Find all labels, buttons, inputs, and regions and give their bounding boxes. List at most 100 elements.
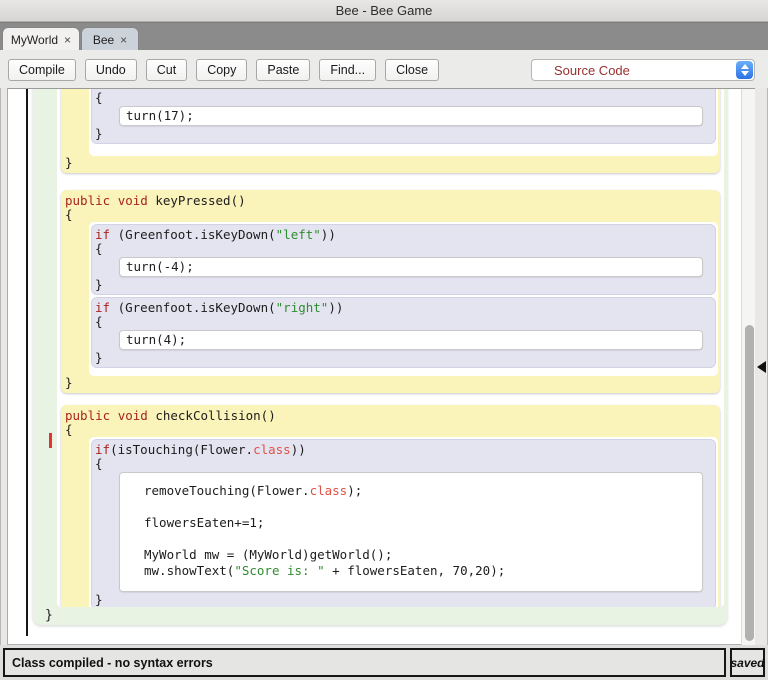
tab-bee-close-icon[interactable]: ×: [120, 33, 127, 47]
open-brace: {: [65, 208, 718, 222]
toolbar-button-cut[interactable]: Cut: [145, 59, 188, 81]
tab-myworld[interactable]: MyWorld ×: [2, 27, 80, 51]
edit-caret: [49, 433, 52, 448]
title-bar: Bee - Bee Game: [0, 0, 768, 22]
close-brace: }: [95, 278, 713, 292]
toolbar-button-close[interactable]: Close: [385, 59, 440, 81]
code-line: mw.showText("Score is: " + flowersEaten,…: [144, 563, 702, 579]
open-brace: {: [95, 315, 713, 329]
code-token: mw.showText(: [144, 563, 235, 578]
code-line: turn(4);: [126, 332, 702, 348]
close-brace: }: [95, 127, 713, 141]
code-token: if: [95, 227, 111, 242]
if-frame[interactable]: if (Greenfoot.isKeyDown("left")){turn(-4…: [91, 224, 716, 295]
if-condition: if (Greenfoot.isKeyDown("left")): [95, 227, 713, 242]
if-frame[interactable]: if (Greenfoot.isKeyDown("right")){turn(4…: [91, 297, 716, 368]
code-token: }: [95, 350, 103, 365]
code-token: if: [95, 442, 111, 457]
class-body: {turn(17);}} public void keyPressed(){if …: [57, 89, 724, 607]
code-token: class: [309, 483, 348, 498]
code-token: {: [95, 90, 103, 105]
code-token: if: [95, 300, 111, 315]
toolbar-button-compile[interactable]: Compile: [8, 59, 76, 81]
frame-cursor-line: [26, 89, 28, 636]
scrollbar-thumb[interactable]: [745, 325, 754, 641]
method-frame[interactable]: { turn(17);}}: [61, 89, 720, 173]
code-token: (Greenfoot.isKeyDown(: [110, 300, 276, 315]
code-token: checkCollision(): [147, 408, 276, 423]
code-token: {: [95, 314, 103, 329]
code-token: + flowersEaten, 70,20);: [324, 563, 506, 578]
statement-box[interactable]: removeTouching(Flower.class); flowersEat…: [119, 472, 703, 592]
method-signature: public void checkCollision(): [65, 408, 718, 423]
method-body: if (Greenfoot.isKeyDown("left")){turn(-4…: [89, 222, 718, 376]
code-token: public: [65, 408, 111, 423]
code-token: (isTouching(Flower.: [110, 442, 254, 457]
code-token: {: [65, 422, 73, 437]
statement-box[interactable]: turn(17);: [119, 106, 703, 126]
stepper-icon[interactable]: [736, 61, 753, 79]
toolbar: Compile Undo Cut Copy Paste Find... Close Sour…: [0, 50, 768, 88]
code-token: (Greenfoot.isKeyDown(: [110, 227, 276, 242]
code-token: MyWorld mw = (MyWorld)getWorld();: [144, 547, 393, 562]
tab-bee[interactable]: Bee ×: [81, 27, 139, 51]
compile-status-message: Class compiled - no syntax errors: [3, 648, 726, 677]
toolbar-buttons: Compile Undo Cut Copy Paste Find... Close: [8, 59, 440, 81]
split-pane-arrow-icon[interactable]: [757, 361, 766, 373]
window-title: Bee - Bee Game: [335, 3, 433, 18]
code-line: flowersEaten+=1;: [144, 515, 702, 531]
method-frame[interactable]: public void keyPressed(){if (Greenfoot.i…: [61, 190, 720, 393]
code-token: )): [320, 227, 336, 242]
close-brace: }: [95, 593, 713, 607]
code-token: removeTouching(Flower.: [144, 483, 310, 498]
toolbar-button-copy[interactable]: Copy: [196, 59, 248, 81]
code-token: }: [95, 592, 103, 607]
close-brace: }: [95, 351, 713, 365]
toolbar-button-paste[interactable]: Paste: [256, 59, 311, 81]
if-condition: if(isTouching(Flower.class)): [95, 442, 713, 457]
tab-bee-label: Bee: [92, 32, 115, 47]
toolbar-button-undo[interactable]: Undo: [84, 59, 137, 81]
code-token: "right": [275, 300, 329, 315]
if-condition: if (Greenfoot.isKeyDown("right")): [95, 300, 713, 315]
code-token: "left": [275, 227, 321, 242]
toolbar-button-find[interactable]: Find...: [319, 59, 377, 81]
if-frame[interactable]: { turn(17);}: [91, 89, 716, 144]
open-brace: {: [65, 423, 718, 437]
tab-strip: MyWorld × Bee ×: [0, 22, 768, 51]
code-token: void: [117, 408, 148, 423]
statement-box[interactable]: turn(4);: [119, 330, 703, 350]
code-line: MyWorld mw = (MyWorld)getWorld();: [144, 547, 702, 563]
if-frame[interactable]: if(isTouching(Flower.class)){ removeTouch…: [91, 439, 716, 607]
statement-box[interactable]: turn(-4);: [119, 257, 703, 277]
code-token: class: [253, 442, 291, 457]
code-token: keyPressed(): [147, 193, 246, 208]
code-line: removeTouching(Flower.class);: [144, 483, 702, 499]
code-editor[interactable]: {turn(17);}} public void keyPressed(){if …: [7, 88, 755, 645]
code-token: {: [95, 241, 103, 256]
code-line: turn(-4);: [126, 259, 702, 275]
code-token: }: [95, 126, 103, 141]
tab-myworld-close-icon[interactable]: ×: [64, 33, 71, 47]
code-token: turn(-4);: [126, 259, 194, 274]
method-body: { turn(17);}: [89, 89, 718, 156]
class-frame[interactable]: {turn(17);}} public void keyPressed(){if …: [33, 89, 727, 625]
code-token: flowersEaten+=1;: [144, 515, 265, 530]
code-token: "Score is: ": [234, 563, 325, 578]
method-body: if(isTouching(Flower.class)){ removeTouch…: [89, 437, 718, 607]
view-selector[interactable]: Source Code: [531, 59, 755, 81]
method-frame[interactable]: public void checkCollision(){if(isTouchi…: [61, 405, 720, 607]
code-token: {: [65, 207, 73, 222]
code-token: void: [117, 193, 148, 208]
code-token: )): [328, 300, 344, 315]
status-bar: Class compiled - no syntax errors saved: [0, 645, 768, 680]
code-token: turn(17);: [126, 108, 194, 123]
code-token: }: [65, 155, 73, 170]
close-brace: }: [65, 376, 718, 390]
code-token: {: [95, 456, 103, 471]
editor-window: Bee - Bee Game MyWorld × Bee × Compile Un…: [0, 0, 768, 680]
code-token: }: [95, 277, 103, 292]
